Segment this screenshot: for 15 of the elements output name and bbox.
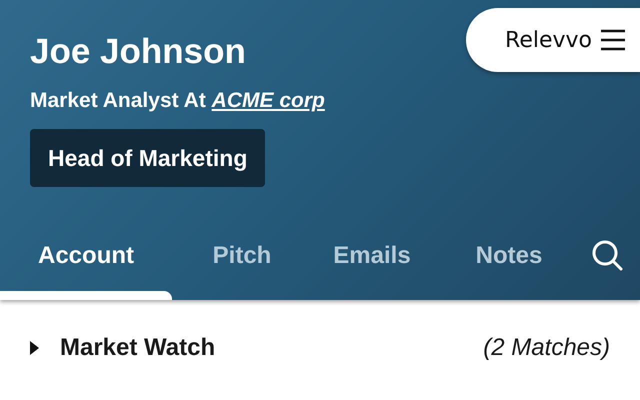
logo-menu-pill[interactable]: Relevvo: [466, 8, 640, 72]
contact-name: Joe Johnson: [30, 31, 246, 73]
search-icon[interactable]: [592, 240, 624, 272]
caret-right-icon[interactable]: [28, 340, 40, 356]
section-title[interactable]: Market Watch: [60, 334, 216, 362]
tab[interactable]: Notes: [476, 242, 542, 270]
menu-icon[interactable]: [600, 29, 626, 51]
logo: Relevvo: [505, 28, 592, 52]
contact-role: Market Analyst At ACME corp: [30, 88, 325, 114]
tab[interactable]: Pitch: [212, 242, 272, 270]
position-tag: Head of Marketing: [30, 129, 266, 187]
tab[interactable]: Account: [38, 242, 134, 270]
company-link[interactable]: ACME corp: [212, 89, 325, 112]
tab[interactable]: Emails: [333, 242, 411, 270]
match-count: (2 Matches): [483, 334, 610, 362]
